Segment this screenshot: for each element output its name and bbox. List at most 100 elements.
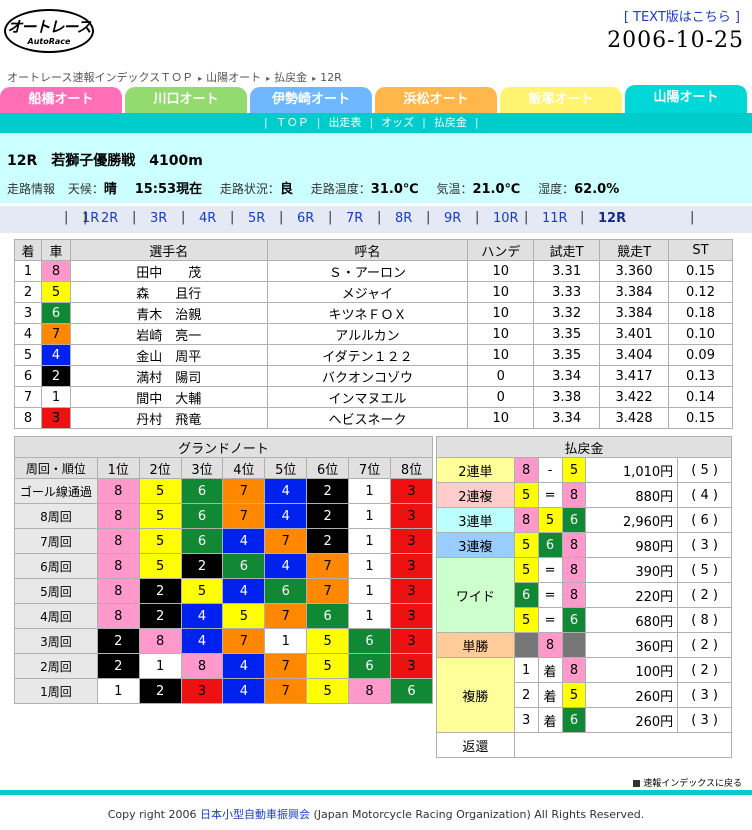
- car-number: 5: [306, 628, 350, 654]
- race-link-10r[interactable]: 10R: [493, 211, 519, 226]
- payout-row-sanrentan: 3連単 8 5 6 2,960円 ( 6 ): [436, 507, 732, 533]
- popularity: ( 3 ): [677, 532, 732, 558]
- track-tabs: 船橋オート 川口オート 伊勢崎オート 浜松オート 飯塚オート 山陽オート: [0, 85, 752, 115]
- car-number: 2: [306, 528, 350, 554]
- breadcrumb-payout[interactable]: 払戻金: [274, 71, 307, 84]
- car-number: 7: [306, 578, 350, 604]
- car-number: 4: [264, 553, 308, 579]
- rider-nickname: ヘビスネーク: [266, 407, 469, 429]
- rider-name: 間中 大輔: [69, 386, 268, 408]
- car-number: 6: [348, 628, 392, 654]
- race-link-3r[interactable]: 3R: [150, 211, 167, 226]
- subnav-odds[interactable]: オッズ: [373, 116, 422, 129]
- breadcrumb-race: 12R: [320, 71, 342, 84]
- payout-amount: 390円: [585, 557, 679, 583]
- race-link-2r[interactable]: 2R: [101, 211, 118, 226]
- race-link-5r[interactable]: 5R: [248, 211, 265, 226]
- car-number: 8: [561, 482, 587, 508]
- humidity-value: 62.0%: [574, 182, 620, 197]
- results-header: 車: [40, 239, 71, 261]
- start-timing: 0.12: [668, 281, 733, 303]
- payout-amount: 260円: [585, 707, 679, 733]
- car-number: 1: [348, 478, 392, 504]
- race-link-8r[interactable]: 8R: [395, 211, 412, 226]
- trial-time: 3.34: [533, 407, 601, 429]
- start-timing: 0.13: [668, 365, 733, 387]
- race-time: 3.404: [599, 344, 670, 366]
- car-number: 5: [513, 557, 539, 583]
- lap-row: 3周回 2 8 4 7 1 5 6 3: [14, 628, 433, 654]
- car-number: 6: [348, 653, 392, 679]
- race-link-4r[interactable]: 4R: [199, 211, 216, 226]
- car-number: 8: [96, 503, 140, 529]
- tab-funabashi[interactable]: 船橋オート: [0, 87, 122, 115]
- square-bullet-icon: [633, 780, 641, 787]
- bet-type-label: ワイド: [436, 557, 515, 633]
- lap-row: 2周回 2 1 8 4 7 5 6 3: [14, 653, 433, 679]
- rider-nickname: メジャイ: [266, 281, 469, 303]
- tab-kawaguchi[interactable]: 川口オート: [125, 87, 247, 115]
- race-link-6r[interactable]: 6R: [297, 211, 314, 226]
- copyright-suffix: (Japan Motorcycle Racing Organization) A…: [313, 808, 645, 821]
- finish-rank: 2: [513, 682, 539, 708]
- back-to-index-link[interactable]: 速報インデックスに戻る: [633, 776, 742, 789]
- divider: |: [279, 210, 284, 225]
- breadcrumb-sanyo[interactable]: 山陽オート: [206, 71, 261, 84]
- race-link-11r[interactable]: 11R: [542, 211, 568, 226]
- car-number: 4: [180, 603, 224, 629]
- finish-rank: 3: [513, 707, 539, 733]
- divider: |: [580, 210, 585, 225]
- grand-note-table: グランドノート 周回・順位 1位 2位 3位 4位 5位 6位 7位 8位 ゴール線通過 8 5 6 7…: [14, 436, 433, 704]
- tab-sanyo[interactable]: 山陽オート: [625, 85, 747, 115]
- car-number: 5: [561, 457, 587, 483]
- breadcrumb-index-top[interactable]: オートレース速報インデックスＴＯＰ: [7, 71, 193, 84]
- subnav-top[interactable]: ＴＯＰ: [268, 116, 317, 129]
- lap-label: 7周回: [14, 528, 98, 554]
- payout-amount: 220円: [585, 582, 679, 608]
- rider-name: 金山 周平: [69, 344, 268, 366]
- handicap: 0: [467, 365, 535, 387]
- subnav-entries[interactable]: 出走表: [320, 116, 369, 129]
- popularity: ( 5 ): [677, 557, 732, 583]
- car-number: 4: [222, 578, 266, 604]
- trial-time: 3.31: [533, 260, 601, 282]
- tab-iizuka[interactable]: 飯塚オート: [500, 87, 622, 115]
- car-number: 2: [96, 628, 140, 654]
- observed-time: 15:53現在: [134, 182, 203, 197]
- race-link-9r[interactable]: 9R: [444, 211, 461, 226]
- car-number: 2: [180, 553, 224, 579]
- trial-time: 3.32: [533, 302, 601, 324]
- race-time: 3.428: [599, 407, 670, 429]
- back-to-index-label: 速報インデックスに戻る: [643, 779, 742, 789]
- car-number: 7: [40, 323, 71, 345]
- start-timing: 0.15: [668, 260, 733, 282]
- grand-note-header: 5位: [264, 457, 308, 479]
- car-number: 7: [264, 678, 308, 704]
- popularity: ( 2 ): [677, 632, 732, 658]
- result-row: 8 3 丹村 飛竜 ヘビスネーク 10 3.34 3.428 0.15: [14, 407, 733, 429]
- car-number: 7: [264, 528, 308, 554]
- finish-position: 8: [14, 407, 42, 429]
- car-number: 8: [96, 603, 140, 629]
- subnav-payout[interactable]: 払戻金: [426, 116, 475, 129]
- finish-rank: 1: [513, 657, 539, 683]
- lap-label: ゴール線通過: [14, 478, 98, 504]
- breadcrumb-arrow-icon: ▸: [312, 74, 317, 83]
- race-link-12r[interactable]: 12R: [598, 211, 626, 226]
- tab-isesaki[interactable]: 伊勢崎オート: [250, 87, 372, 115]
- car-number: 5: [138, 503, 182, 529]
- payout-amount: 260円: [585, 682, 679, 708]
- autorace-logo[interactable]: オートレース AutoRace: [4, 9, 94, 53]
- air-temp-value: 21.0℃: [472, 182, 521, 197]
- car-number: 6: [561, 707, 587, 733]
- text-version-link[interactable]: [ TEXT版はこちら ]: [624, 6, 740, 25]
- car-number: 6: [513, 582, 539, 608]
- org-link[interactable]: 日本小型自動車振興会: [200, 808, 310, 821]
- start-timing: 0.18: [668, 302, 733, 324]
- tab-hamamatsu[interactable]: 浜松オート: [375, 87, 497, 115]
- popularity: ( 6 ): [677, 507, 732, 533]
- race-link-7r[interactable]: 7R: [346, 211, 363, 226]
- car-number: 8: [537, 632, 563, 658]
- payout-amount: 680円: [585, 607, 679, 633]
- car-number: 7: [306, 553, 350, 579]
